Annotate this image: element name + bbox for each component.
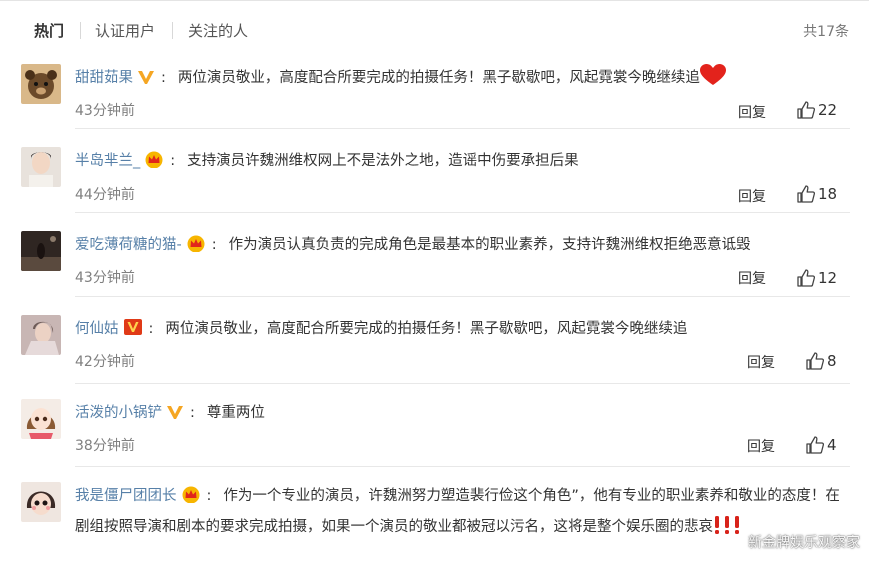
tab-following[interactable]: 关注的人 <box>188 20 248 41</box>
v-red-icon <box>123 318 143 346</box>
v-gold-icon <box>137 67 155 95</box>
comment-body: 何仙姑: 两位演员敬业，高度配合所要完成的拍摄任务！黑子歇歇吧，风起霓裳今晚继续追 <box>75 315 855 346</box>
comment-text: 作为演员认真负责的完成角色是最基本的职业素养，支持许魏洲维权拒绝恶意诋毁 <box>228 237 751 253</box>
comment-divider <box>75 212 850 213</box>
comment-time: 38分钟前 <box>75 438 135 454</box>
comment-text: 两位演员敬业，高度配合所要完成的拍摄任务！黑子歇歇吧，风起霓裳今晚继续追 <box>165 321 688 337</box>
tab-verified-users[interactable]: 认证用户 <box>95 20 155 41</box>
avatar[interactable] <box>21 147 61 187</box>
v-gold-icon <box>166 402 184 430</box>
crown-icon <box>181 485 201 513</box>
like-button[interactable]: 4 <box>806 436 837 454</box>
reply-button[interactable]: 回复 <box>738 268 766 288</box>
avatar[interactable] <box>21 231 61 271</box>
avatar[interactable] <box>21 482 61 522</box>
like-count: 22 <box>818 101 838 119</box>
reply-button[interactable]: 回复 <box>738 102 766 122</box>
comment-time: 42分钟前 <box>75 354 135 370</box>
username-link[interactable]: 半岛芈兰_ <box>75 153 140 169</box>
avatar[interactable] <box>21 64 61 104</box>
tab-hot[interactable]: 热门 <box>34 20 64 41</box>
comment-divider <box>75 128 850 129</box>
username-link[interactable]: 活泼的小锅铲 <box>75 405 162 421</box>
comment-time: 44分钟前 <box>75 187 135 203</box>
username-link[interactable]: 甜甜茹果 <box>75 70 133 86</box>
comment-body: 我是僵尸团团长: 作为一个专业的演员，许魏洲努力塑造裴行俭这个角色”，他有专业的职… <box>75 482 850 545</box>
username-link[interactable]: 爱吃薄荷糖的猫- <box>75 237 182 253</box>
thumbs-up-icon <box>806 436 825 454</box>
comment-time: 43分钟前 <box>75 103 135 119</box>
red-heart-icon <box>699 64 726 96</box>
watermark: 新金牌娱乐观察家 <box>748 535 860 551</box>
comment-body: 活泼的小锅铲: 尊重两位 <box>75 399 855 430</box>
avatar[interactable] <box>21 315 61 355</box>
thumbs-up-icon <box>797 185 816 203</box>
comment-divider <box>75 383 850 384</box>
reply-button[interactable]: 回复 <box>747 352 775 372</box>
reply-button[interactable]: 回复 <box>747 436 775 456</box>
like-count: 4 <box>827 436 837 454</box>
username-link[interactable]: 何仙姑 <box>75 321 119 337</box>
crown-icon <box>186 234 206 262</box>
tab-divider <box>172 22 173 39</box>
thumbs-up-icon <box>806 352 825 370</box>
comment-text: 尊重两位 <box>206 405 265 421</box>
like-button[interactable]: 8 <box>806 352 837 370</box>
comment-body: 甜甜茹果: 两位演员敬业，高度配合所要完成的拍摄任务！黑子歇歇吧，风起霓裳今晚继续… <box>75 64 855 96</box>
like-button[interactable]: 12 <box>797 269 837 287</box>
like-button[interactable]: 18 <box>797 185 837 203</box>
tab-divider <box>80 22 81 39</box>
exclamation-icons <box>713 515 741 545</box>
comment-text: 两位演员敬业，高度配合所要完成的拍摄任务！黑子歇歇吧，风起霓裳今晚继续追 <box>177 70 700 86</box>
comment-count: 共17条 <box>803 24 849 40</box>
like-count: 8 <box>827 352 837 370</box>
comment-divider <box>75 466 850 467</box>
comment-text: 支持演员许魏洲维权网上不是法外之地，造谣中伤要承担后果 <box>187 153 579 169</box>
username-link[interactable]: 我是僵尸团团长 <box>75 488 177 504</box>
comment-tabs: 热门 认证用户 关注的人 共17条 <box>0 0 869 62</box>
like-button[interactable]: 22 <box>797 101 837 119</box>
like-count: 18 <box>818 185 838 203</box>
comment-body: 爱吃薄荷糖的猫-: 作为演员认真负责的完成角色是最基本的职业素养，支持许魏洲维权拒… <box>75 231 855 262</box>
thumbs-up-icon <box>797 269 816 287</box>
comment-time: 43分钟前 <box>75 270 135 286</box>
avatar[interactable] <box>21 399 61 439</box>
comment-body: 半岛芈兰_: 支持演员许魏洲维权网上不是法外之地，造谣中伤要承担后果 <box>75 147 855 178</box>
thumbs-up-icon <box>797 101 816 119</box>
comment-divider <box>75 296 850 297</box>
like-count: 12 <box>818 269 838 287</box>
crown-icon <box>144 150 164 178</box>
reply-button[interactable]: 回复 <box>738 186 766 206</box>
